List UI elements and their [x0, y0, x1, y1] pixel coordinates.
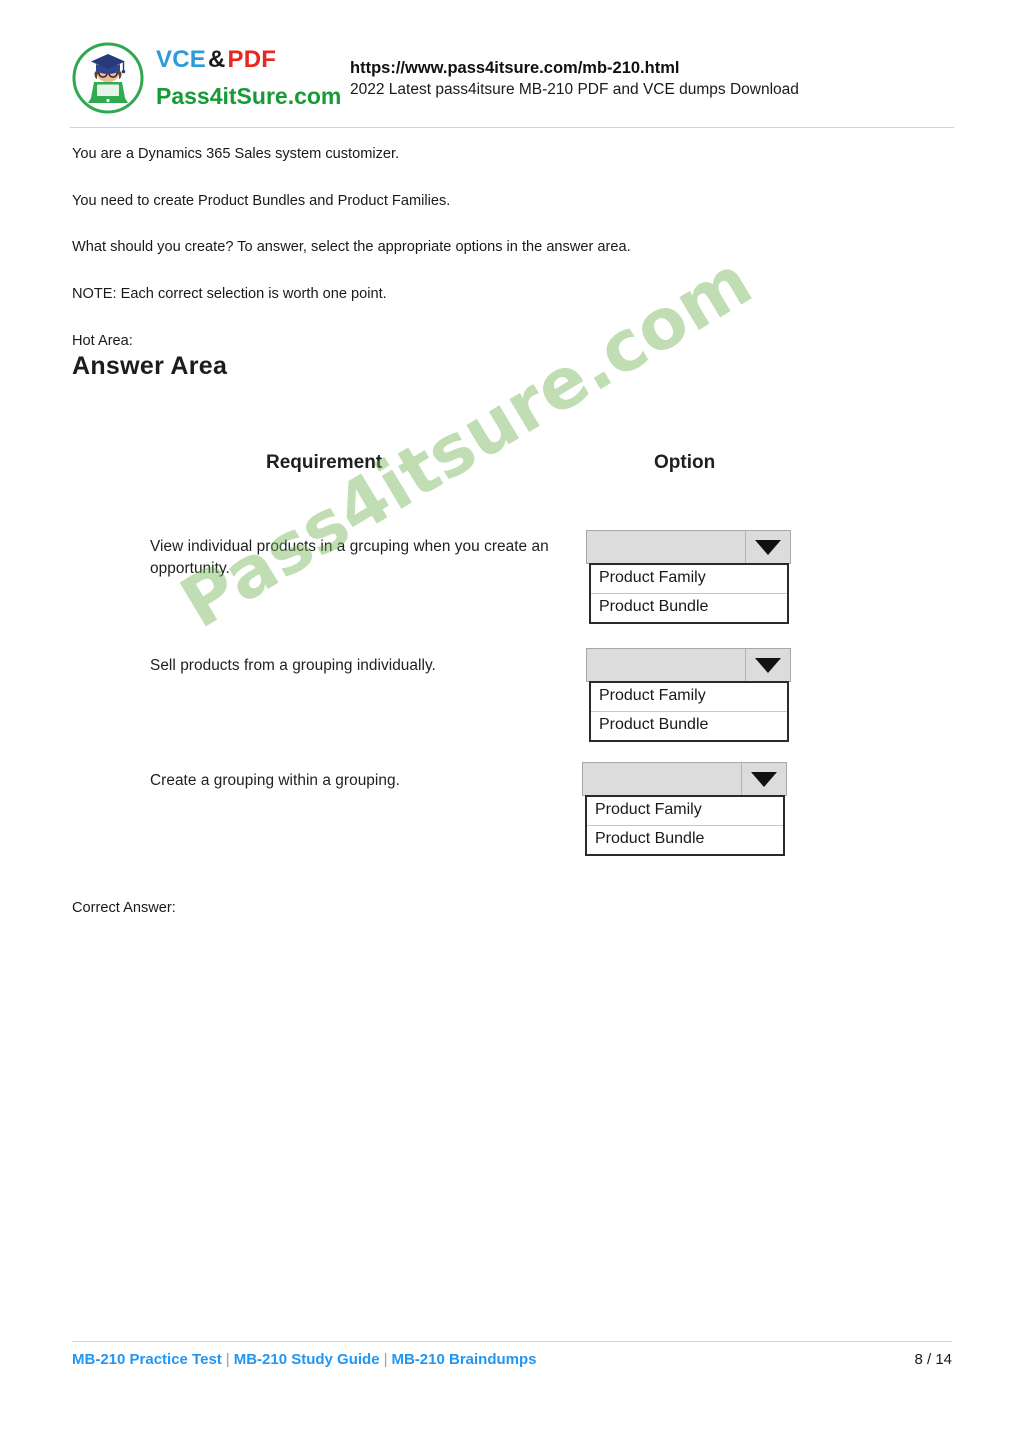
footer-link-study-guide[interactable]: MB-210 Study Guide [234, 1351, 380, 1368]
dropdown-option-product-family-2[interactable]: Product Family [591, 683, 787, 711]
dropdown-option-product-bundle-3[interactable]: Product Bundle [587, 824, 783, 854]
correct-answer-label: Correct Answer: [72, 900, 176, 916]
chevron-down-icon[interactable] [745, 531, 790, 563]
page-footer: MB-210 Practice Test | MB-210 Study Guide |… [72, 1351, 952, 1368]
option-dropdown-3[interactable]: Product Family Product Bundle [582, 762, 787, 856]
chevron-down-icon[interactable] [745, 649, 790, 681]
page-header: VCE&PDF Pass4itSure.com https://www.pass… [70, 32, 954, 124]
option-dropdown-2[interactable]: Product Family Product Bundle [586, 648, 791, 742]
header-divider [70, 127, 954, 128]
column-header-requirement: Requirement [266, 452, 383, 473]
dropdown-closed-field-3[interactable] [582, 762, 787, 796]
footer-separator-2: | [383, 1351, 388, 1368]
logo-vce-pdf: VCE&PDF [156, 48, 341, 72]
graduate-laptop-logo-icon [70, 40, 146, 116]
footer-divider [72, 1341, 952, 1342]
requirement-text-1: View individual products in a grcuping w… [150, 538, 549, 578]
header-subtitle: 2022 Latest pass4itsure MB-210 PDF and V… [350, 81, 799, 99]
dropdown-option-product-family-3[interactable]: Product Family [587, 797, 783, 825]
requirement-text-2: Sell products from a grouping individual… [150, 657, 436, 674]
dropdown-selected-value-1 [587, 531, 745, 563]
logo-brand-text: Pass4itSure.com [156, 83, 342, 109]
logo-ampersand: & [207, 46, 226, 73]
column-header-option: Option [654, 452, 716, 473]
question-paragraph-3: What should you create? To answer, selec… [72, 239, 631, 256]
dropdown-option-product-bundle-2[interactable]: Product Bundle [591, 710, 787, 740]
dropdown-selected-value-3 [583, 763, 741, 795]
dropdown-selected-value-2 [587, 649, 745, 681]
dropdown-option-product-bundle-1[interactable]: Product Bundle [591, 592, 787, 622]
dropdown-options-list-3[interactable]: Product Family Product Bundle [585, 795, 785, 856]
dropdown-closed-field-2[interactable] [586, 648, 791, 682]
option-dropdown-1[interactable]: Product Family Product Bundle [586, 530, 791, 624]
answer-area-figure: Answer Area Requirement Option View indi… [62, 340, 862, 880]
dropdown-closed-field-1[interactable] [586, 530, 791, 564]
footer-separator-1: | [225, 1351, 230, 1368]
question-paragraph-2: You need to create Product Bundles and P… [72, 192, 451, 209]
dropdown-options-list-2[interactable]: Product Family Product Bundle [589, 681, 789, 742]
logo-pdf-text: PDF [227, 46, 277, 73]
question-paragraph-1: You are a Dynamics 365 Sales system cust… [72, 146, 400, 162]
dropdown-option-product-family-1[interactable]: Product Family [591, 565, 787, 593]
answer-area-title: Answer Area [72, 352, 228, 380]
question-note: NOTE: Each correct selection is worth on… [72, 286, 387, 303]
footer-link-practice-test[interactable]: MB-210 Practice Test [72, 1351, 222, 1368]
chevron-down-icon[interactable] [741, 763, 786, 795]
page-number: 8 / 14 [914, 1351, 952, 1368]
document-page: VCE&PDF Pass4itSure.com https://www.pass… [0, 0, 1024, 1448]
header-url[interactable]: https://www.pass4itsure.com/mb-210.html [350, 57, 799, 79]
requirement-text-3: Create a grouping within a grouping. [150, 772, 400, 789]
header-site-info: https://www.pass4itsure.com/mb-210.html … [350, 55, 799, 101]
logo-vce-text: VCE [156, 46, 206, 73]
footer-link-braindumps[interactable]: MB-210 Braindumps [391, 1351, 536, 1368]
footer-link-group: MB-210 Practice Test | MB-210 Study Guide |… [72, 1351, 537, 1368]
site-logo: VCE&PDF Pass4itSure.com [70, 40, 341, 116]
dropdown-options-list-1[interactable]: Product Family Product Bundle [589, 563, 789, 624]
logo-wordmark: VCE&PDF Pass4itSure.com [156, 48, 341, 108]
